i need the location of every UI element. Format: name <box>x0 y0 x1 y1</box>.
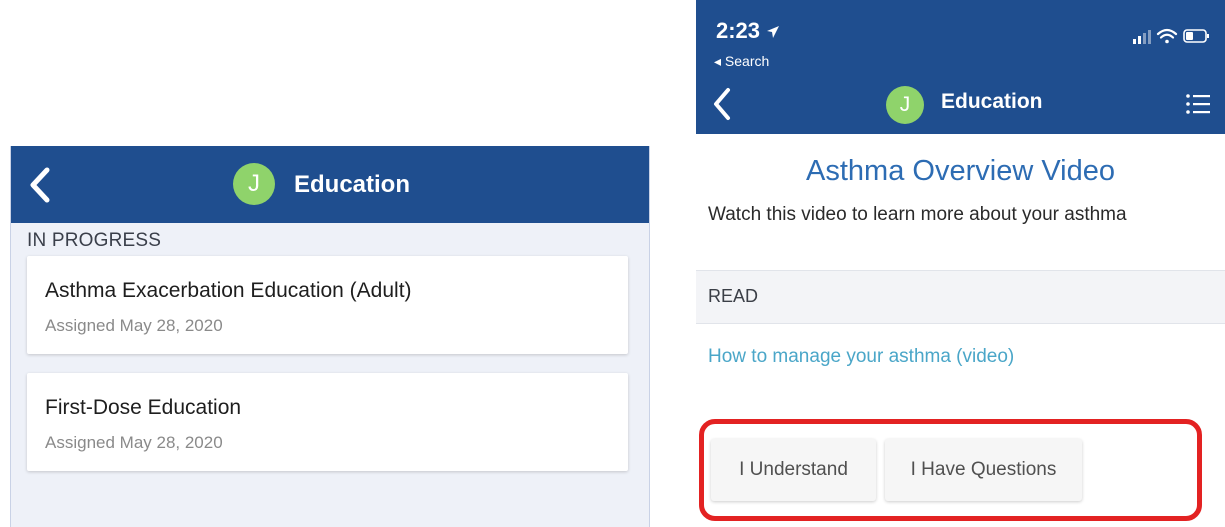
i-understand-button[interactable]: I Understand <box>711 439 876 501</box>
status-time: 2:23 <box>716 18 780 44</box>
back-chevron-icon[interactable] <box>710 86 734 122</box>
read-section-header: READ <box>696 271 1225 323</box>
page-title: Education <box>941 90 1043 113</box>
content-description: Watch this video to learn more about you… <box>708 204 1127 225</box>
right-screen: 2:23 ◂ Search J Education Asthma Overvie… <box>696 0 1225 527</box>
page-title: Education <box>294 171 411 198</box>
avatar[interactable]: J <box>886 86 924 124</box>
location-arrow-icon <box>767 26 780 39</box>
content-title: Asthma Overview Video <box>806 155 1115 187</box>
left-screen: J Education IN PROGRESS Asthma Exacerbat… <box>10 146 650 527</box>
wifi-icon <box>1156 28 1178 44</box>
item-assigned-date: Assigned May 28, 2020 <box>45 316 223 335</box>
item-title: Asthma Exacerbation Education (Adult) <box>45 279 412 302</box>
status-bar: 2:23 ◂ Search <box>696 0 1225 76</box>
i-have-questions-button[interactable]: I Have Questions <box>885 439 1082 501</box>
signal-icon <box>1133 30 1151 44</box>
app-header: J Education <box>11 146 649 223</box>
list-menu-icon[interactable] <box>1185 90 1211 118</box>
section-label-in-progress: IN PROGRESS <box>27 230 162 251</box>
video-link[interactable]: How to manage your asthma (video) <box>708 346 1014 368</box>
back-chevron-icon[interactable] <box>27 166 53 204</box>
app-header: J Education <box>696 76 1225 134</box>
time-text: 2:23 <box>716 18 761 43</box>
status-icons <box>1131 26 1211 46</box>
education-item[interactable]: First-Dose Education Assigned May 28, 20… <box>27 373 628 471</box>
education-item[interactable]: Asthma Exacerbation Education (Adult) As… <box>27 256 628 354</box>
item-assigned-date: Assigned May 28, 2020 <box>45 433 223 452</box>
battery-icon <box>1183 29 1209 43</box>
back-to-search-link[interactable]: ◂ Search <box>714 53 769 70</box>
item-title: First-Dose Education <box>45 396 242 419</box>
avatar[interactable]: J <box>233 163 275 205</box>
read-label: READ <box>708 286 759 306</box>
divider <box>696 323 1225 324</box>
